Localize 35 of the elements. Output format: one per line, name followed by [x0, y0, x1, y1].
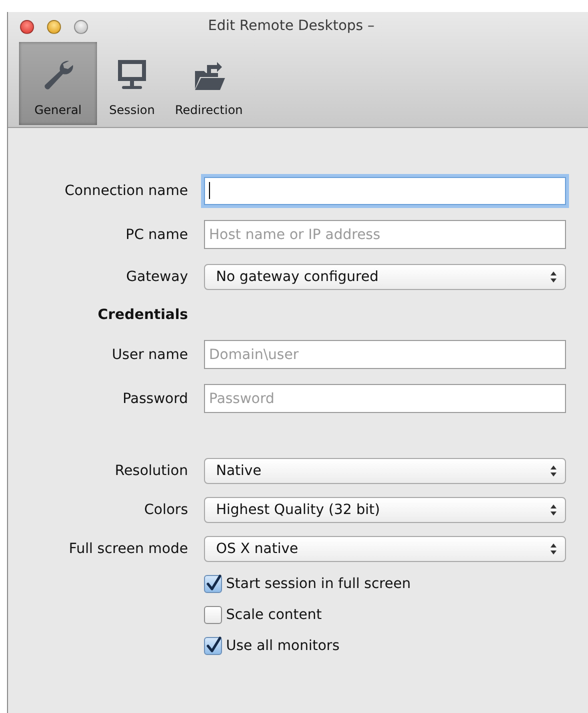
checkbox[interactable] — [204, 606, 222, 624]
toolbar-tab[interactable]: General — [19, 42, 97, 125]
text-field[interactable] — [204, 177, 566, 205]
up-down-arrows-icon — [550, 542, 557, 556]
up-down-arrows-icon — [550, 503, 557, 517]
zoom-button[interactable] — [74, 20, 88, 34]
field-label: Colors — [143, 502, 188, 518]
text-field[interactable]: Host name or IP address — [204, 220, 566, 249]
dropdown[interactable]: OS X native — [204, 536, 566, 562]
dropdown[interactable]: No gateway configured — [204, 264, 566, 290]
close-button[interactable] — [20, 20, 34, 34]
field-label: Password — [122, 390, 188, 406]
section-heading: Credentials — [96, 307, 188, 323]
field-label: Connection name — [64, 183, 188, 199]
text-cursor — [209, 182, 210, 199]
checkbox[interactable] — [204, 575, 222, 593]
text-field[interactable]: Domain\user — [204, 340, 566, 369]
toolbar-tab[interactable]: Redirection — [167, 42, 251, 125]
window-title: Edit Remote Desktops – — [208, 18, 375, 34]
minimize-button[interactable] — [47, 20, 61, 34]
up-down-arrows-icon — [550, 270, 557, 284]
field-label: PC name — [124, 226, 188, 242]
text-field[interactable]: Password — [204, 384, 566, 413]
field-label: Full screen mode — [68, 541, 188, 557]
checkbox[interactable] — [204, 637, 222, 655]
toolbar-tab[interactable]: Session — [101, 42, 163, 125]
field-label: Resolution — [114, 463, 188, 479]
up-down-arrows-icon — [550, 464, 557, 478]
field-label: Gateway — [125, 269, 188, 285]
dropdown[interactable]: Native — [204, 458, 566, 484]
checkbox-label[interactable]: Use all monitors — [226, 638, 340, 654]
field-label: User name — [110, 346, 188, 362]
dropdown[interactable]: Highest Quality (32 bit) — [204, 497, 566, 523]
checkbox-label[interactable]: Start session in full screen — [226, 576, 411, 592]
checkbox-label[interactable]: Scale content — [226, 607, 322, 623]
